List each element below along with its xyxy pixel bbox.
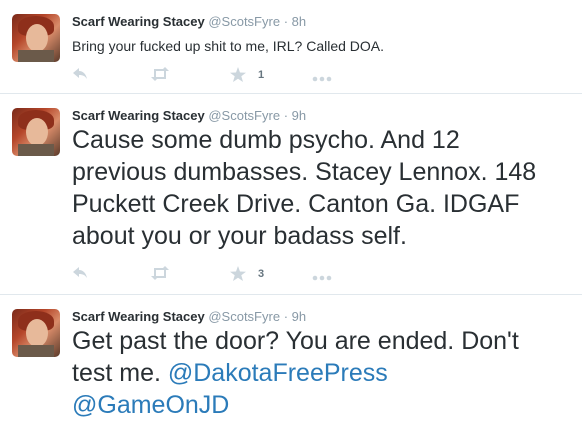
more-icon[interactable]: [312, 70, 332, 86]
tweet-text-line: test me. @DakotaFreePress: [72, 357, 519, 389]
tweet-header: Scarf Wearing Stacey @ScotsFyre · 8h: [72, 14, 306, 29]
tweet-time[interactable]: · 9h: [284, 108, 306, 123]
tweet-text-line: Cause some dumb psycho. And 12: [72, 126, 460, 154]
retweet-icon[interactable]: [150, 266, 170, 282]
reply-icon[interactable]: [72, 266, 88, 282]
mention-link[interactable]: @DakotaFreePress: [168, 359, 388, 387]
tweet[interactable]: Scarf Wearing Stacey @ScotsFyre · 8h Bri…: [0, 0, 582, 94]
star-icon[interactable]: [230, 67, 246, 83]
author-handle[interactable]: @ScotsFyre: [208, 309, 280, 324]
mention-link[interactable]: @GameOnJD: [72, 391, 229, 419]
avatar[interactable]: [12, 108, 60, 156]
tweet-text-fragment: test me.: [72, 359, 168, 387]
retweet-icon[interactable]: [150, 67, 170, 83]
tweet[interactable]: Scarf Wearing Stacey @ScotsFyre · 9h Get…: [0, 295, 582, 432]
tweet-text-line: @GameOnJD: [72, 389, 519, 421]
star-icon[interactable]: [230, 266, 246, 282]
favorite-count: 3: [258, 268, 265, 280]
tweet-header: Scarf Wearing Stacey @ScotsFyre · 9h: [72, 309, 306, 324]
tweet-text-line: Puckett Creek Drive. Canton Ga. IDGAF: [72, 190, 520, 218]
author-name[interactable]: Scarf Wearing Stacey: [72, 14, 205, 29]
tweet-feed: Scarf Wearing Stacey @ScotsFyre · 8h Bri…: [0, 0, 582, 432]
avatar[interactable]: [12, 309, 60, 357]
tweet-text-line: about you or your badass self.: [72, 222, 407, 250]
tweet-text: Get past the door? You are ended. Don't …: [72, 325, 519, 421]
tweet-header: Scarf Wearing Stacey @ScotsFyre · 9h: [72, 108, 306, 123]
tweet-text-line: Get past the door? You are ended. Don't: [72, 327, 519, 355]
tweet-time[interactable]: · 8h: [284, 14, 306, 29]
more-icon[interactable]: [312, 269, 332, 285]
tweet[interactable]: Scarf Wearing Stacey @ScotsFyre · 9h Cau…: [0, 94, 582, 295]
tweet-text-line: previous dumbasses. Stacey Lennox. 148: [72, 158, 537, 186]
tweet-text: Bring your fucked up shit to me, IRL? Ca…: [72, 38, 385, 54]
author-handle[interactable]: @ScotsFyre: [208, 108, 280, 123]
tweet-time[interactable]: · 9h: [284, 309, 306, 324]
author-name[interactable]: Scarf Wearing Stacey: [72, 309, 205, 324]
favorite-count: 1: [258, 69, 265, 81]
avatar[interactable]: [12, 14, 60, 62]
reply-icon[interactable]: [72, 67, 88, 83]
tweet-text: Cause some dumb psycho. And 12 previous …: [72, 124, 536, 252]
author-name[interactable]: Scarf Wearing Stacey: [72, 108, 205, 123]
author-handle[interactable]: @ScotsFyre: [208, 14, 280, 29]
